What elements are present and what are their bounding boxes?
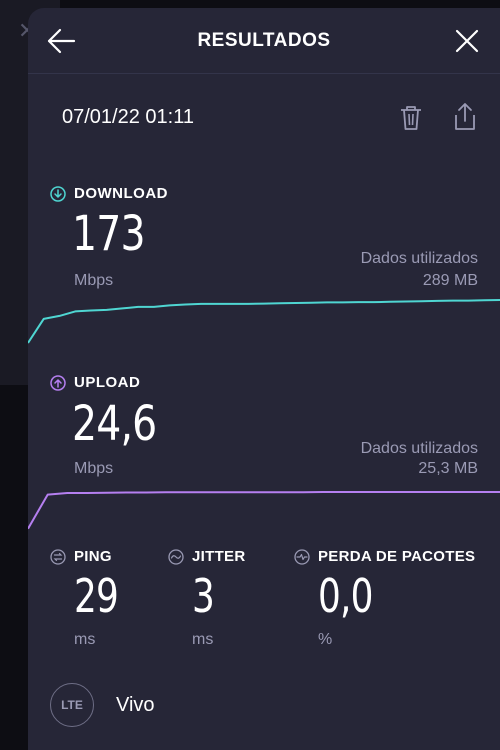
packet-loss-icon <box>294 548 310 565</box>
packet-loss-label: PERDA DE PACOTES <box>318 548 476 565</box>
jitter-icon <box>168 548 184 565</box>
upload-data-used-label: Dados utilizados <box>360 440 478 457</box>
ping-metric: PING 29 ms <box>50 548 131 649</box>
provider-name: Vivo <box>116 693 155 716</box>
packet-loss-metric: PERDA DE PACOTES 0,0 % <box>294 548 475 649</box>
upload-series-line <box>28 491 500 530</box>
page-title: RESULTADOS <box>197 30 331 51</box>
upload-speed-value: 24,6 <box>72 396 157 452</box>
download-arrow-icon <box>50 185 66 202</box>
upload-arrow-icon <box>50 374 66 391</box>
upload-label: UPLOAD <box>74 374 141 391</box>
jitter-label: JITTER <box>192 548 246 565</box>
download-series-line <box>28 299 500 344</box>
provider-row: LTE Vivo <box>50 683 155 727</box>
share-icon[interactable] <box>452 102 478 132</box>
network-type-badge: LTE <box>50 683 94 727</box>
download-data-used-label: Dados utilizados <box>360 250 478 267</box>
upload-speed-graph <box>28 491 500 530</box>
packet-loss-value: 0,0 <box>318 569 374 623</box>
results-sheet: RESULTADOS 07/01/22 01:11 DOWNLOAD 173 M… <box>28 8 500 750</box>
packet-loss-unit: % <box>318 631 333 648</box>
ping-unit: ms <box>74 631 96 648</box>
trash-icon[interactable] <box>398 104 424 132</box>
result-datetime: 07/01/22 01:11 <box>62 106 194 128</box>
ping-icon <box>50 548 66 565</box>
upload-section-label: UPLOAD <box>50 374 140 391</box>
download-label: DOWNLOAD <box>74 185 168 202</box>
download-speed-value: 173 <box>72 206 145 262</box>
jitter-unit: ms <box>192 631 214 648</box>
jitter-metric: JITTER 3 ms <box>168 548 245 649</box>
jitter-value: 3 <box>192 569 215 623</box>
download-section-label: DOWNLOAD <box>50 185 168 202</box>
ping-label: PING <box>74 548 112 565</box>
ping-value: 29 <box>74 569 119 623</box>
close-icon[interactable] <box>454 28 480 54</box>
download-speed-graph <box>28 299 500 344</box>
top-bar: RESULTADOS <box>28 8 500 74</box>
